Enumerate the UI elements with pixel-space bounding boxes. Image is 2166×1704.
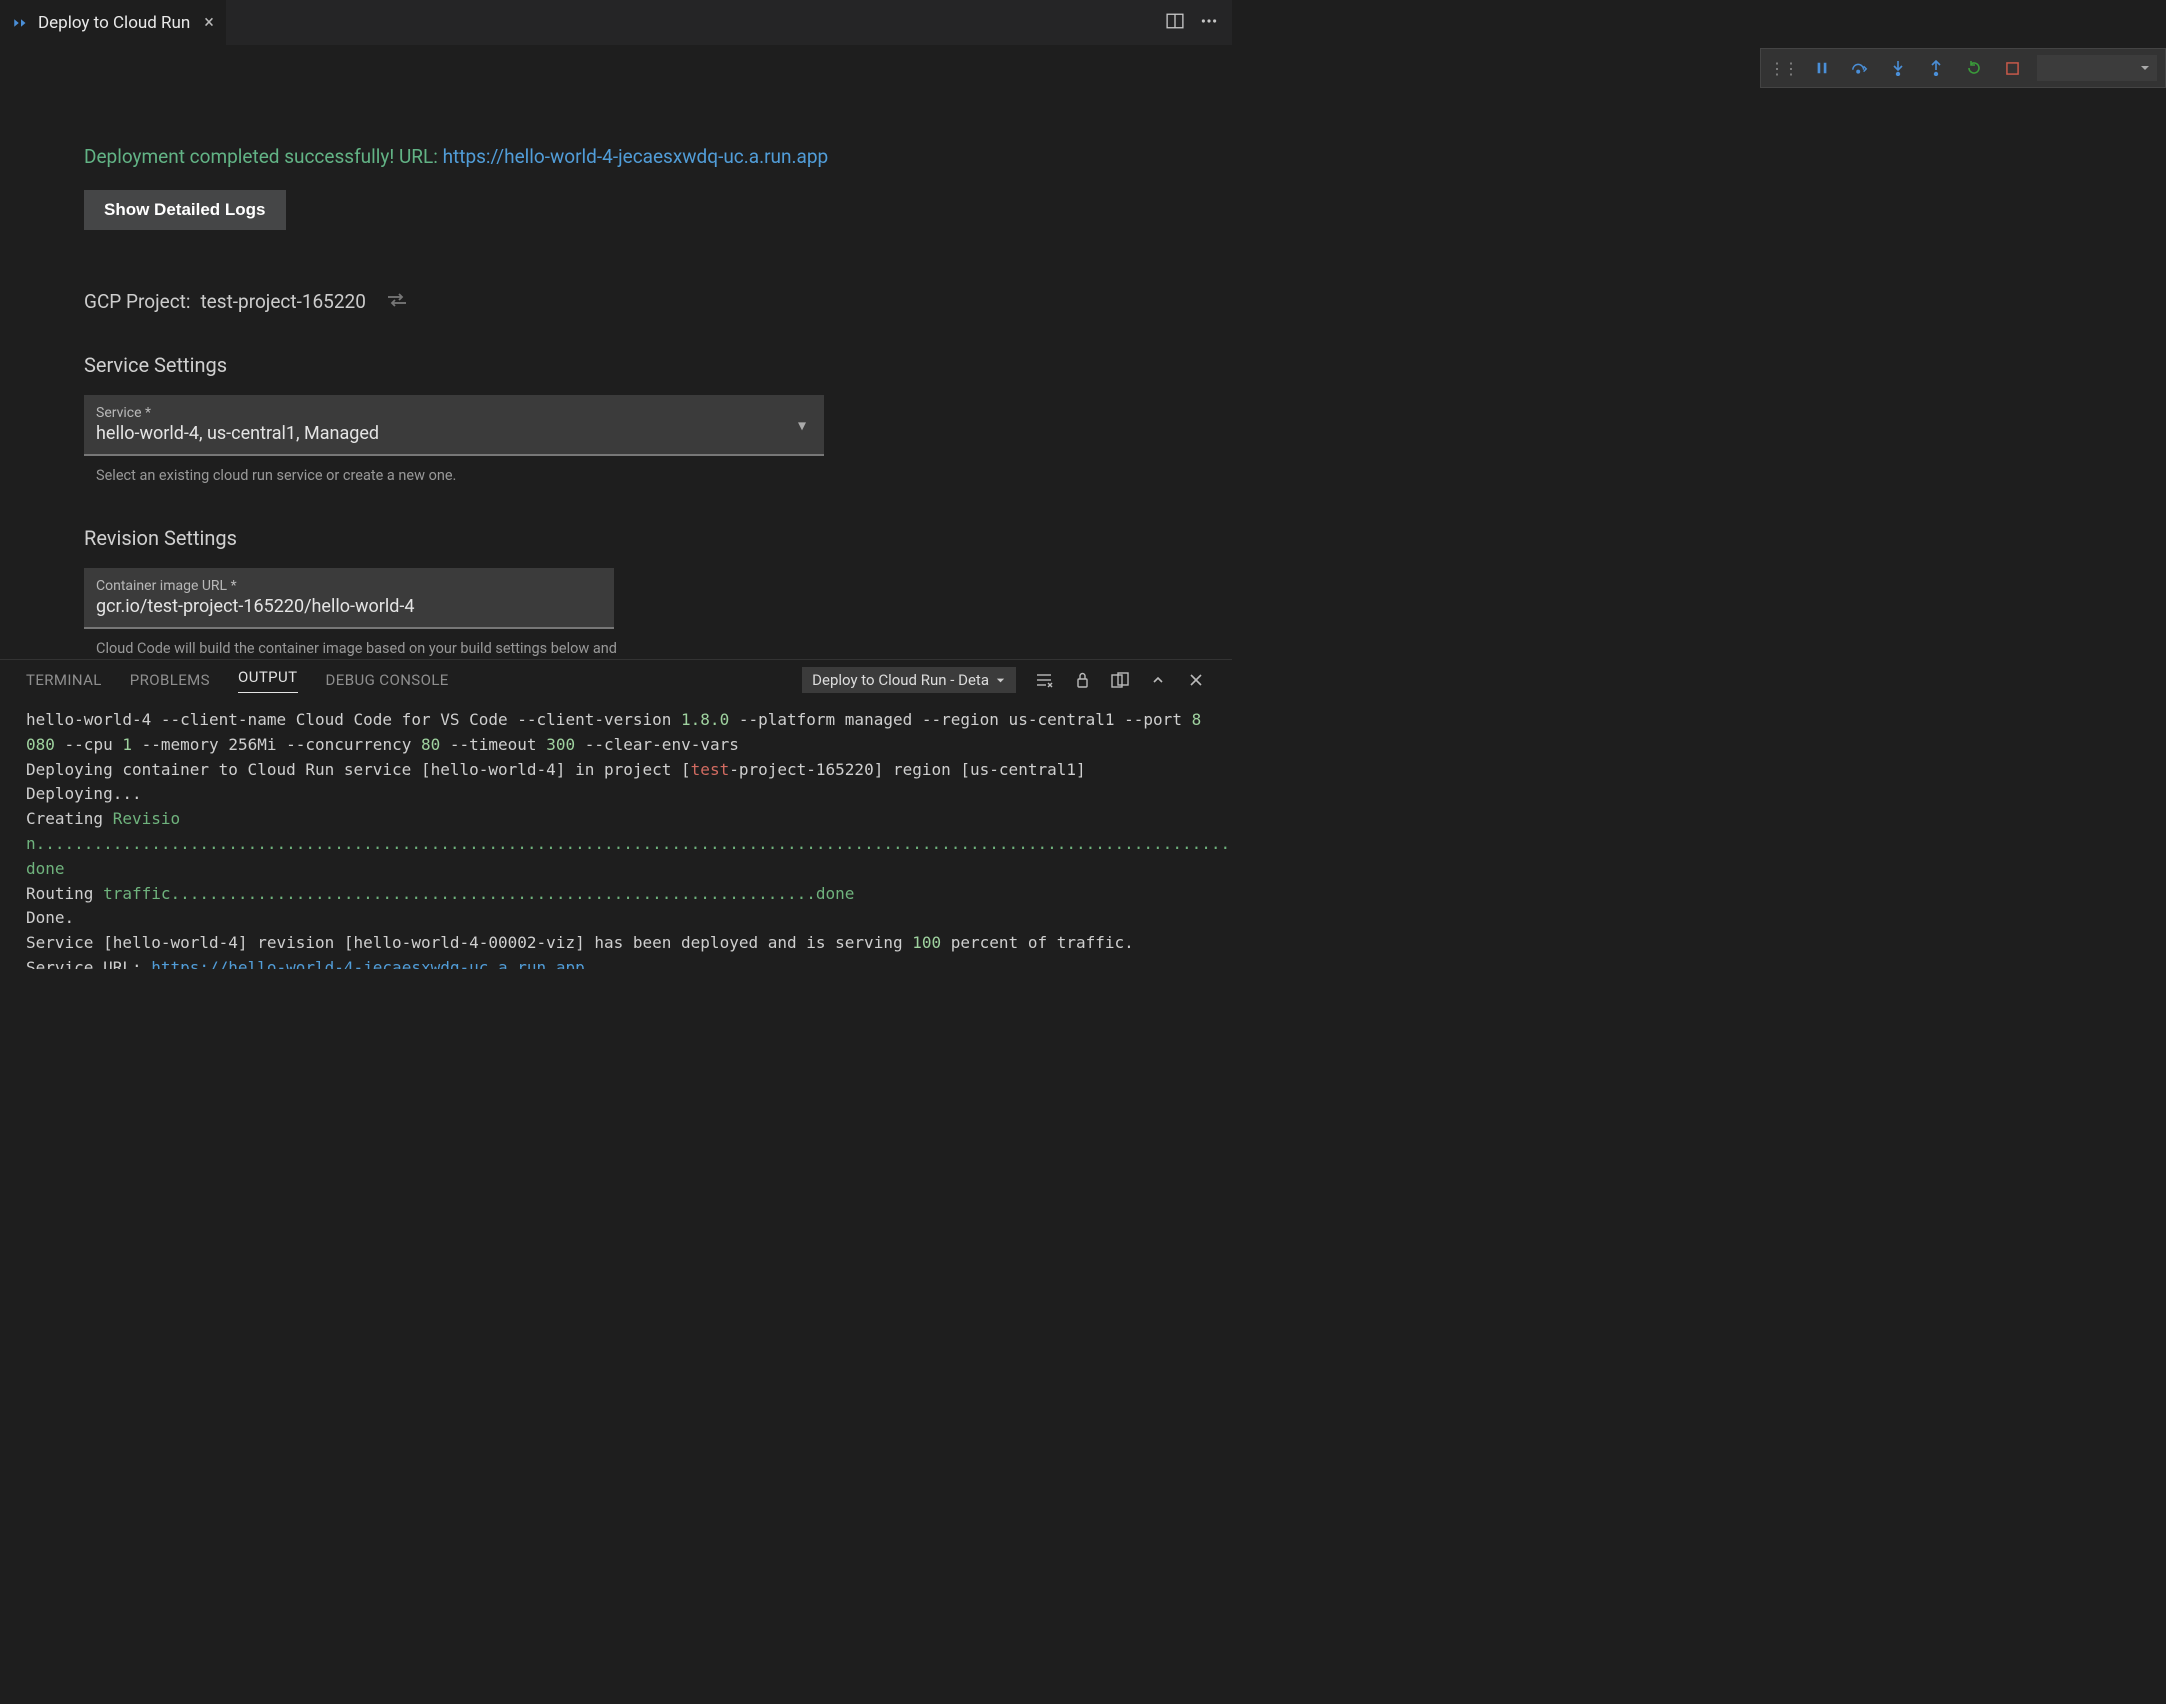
debug-toolbar: ⋮⋮ <box>1760 48 2166 88</box>
panel-actions: Deploy to Cloud Run - Deta <box>802 667 1206 693</box>
switch-project-icon[interactable] <box>386 290 408 313</box>
more-actions-icon[interactable] <box>1200 12 1218 34</box>
deployment-url-link[interactable]: https://hello-world-4-jecaesxwdq-uc.a.ru… <box>443 145 829 168</box>
container-image-value: gcr.io/test-project-165220/hello-world-4 <box>96 596 598 617</box>
container-image-label: Container image URL * <box>96 578 598 594</box>
debug-console-tab[interactable]: DEBUG CONSOLE <box>326 671 449 689</box>
close-panel-icon[interactable] <box>1186 673 1206 687</box>
open-log-file-icon[interactable] <box>1110 672 1130 688</box>
gcp-project-label: GCP Project: <box>84 290 190 313</box>
service-helper-text: Select an existing cloud run service or … <box>96 466 656 486</box>
step-out-icon[interactable] <box>1923 55 1949 81</box>
deployment-status: Deployment completed successfully! URL: … <box>84 45 1232 168</box>
service-field-label: Service * <box>96 405 808 421</box>
clear-output-icon[interactable] <box>1034 672 1054 688</box>
lock-scroll-icon[interactable] <box>1072 672 1092 688</box>
gcp-project-row: GCP Project: test-project-165220 <box>84 290 1232 313</box>
service-settings-heading: Service Settings <box>84 353 1232 377</box>
step-into-icon[interactable] <box>1885 55 1911 81</box>
stop-icon[interactable] <box>1999 55 2025 81</box>
dropdown-caret-icon: ▾ <box>798 415 806 434</box>
pause-icon[interactable] <box>1809 55 1835 81</box>
panel-tab-bar: TERMINAL PROBLEMS OUTPUT DEBUG CONSOLE D… <box>0 660 1232 700</box>
gcp-project-value: test-project-165220 <box>200 290 365 313</box>
service-select[interactable]: Service * hello-world-4, us-central1, Ma… <box>84 395 824 456</box>
container-image-url-field[interactable]: Container image URL * gcr.io/test-projec… <box>84 568 614 629</box>
output-channel-label: Deploy to Cloud Run - Deta <box>812 671 989 689</box>
show-detailed-logs-button[interactable]: Show Detailed Logs <box>84 190 286 230</box>
panel-chevron-up-icon[interactable] <box>1148 673 1168 687</box>
restart-icon[interactable] <box>1961 55 1987 81</box>
output-channel-select[interactable]: Deploy to Cloud Run - Deta <box>802 667 1016 693</box>
tab-deploy-cloud-run[interactable]: Deploy to Cloud Run × <box>0 0 226 45</box>
service-url-link[interactable]: https://hello-world-4-jecaesxwdq-uc.a.ru… <box>151 958 584 969</box>
cloud-run-icon <box>12 14 30 32</box>
editor-title-actions <box>1166 0 1232 45</box>
bottom-panel: TERMINAL PROBLEMS OUTPUT DEBUG CONSOLE D… <box>0 659 1232 969</box>
step-over-icon[interactable] <box>1847 55 1873 81</box>
split-editor-icon[interactable] <box>1166 12 1184 34</box>
container-image-helper-text: Cloud Code will build the container imag… <box>96 639 656 659</box>
output-tab[interactable]: OUTPUT <box>238 668 298 693</box>
revision-settings-heading: Revision Settings <box>84 526 1232 550</box>
terminal-tab[interactable]: TERMINAL <box>26 671 102 689</box>
debug-config-select[interactable] <box>2037 55 2157 81</box>
service-field-value: hello-world-4, us-central1, Managed <box>96 423 808 444</box>
drag-handle-icon[interactable]: ⋮⋮ <box>1769 59 1797 78</box>
tab-bar: Deploy to Cloud Run × <box>0 0 1232 45</box>
tab-title: Deploy to Cloud Run <box>38 13 190 33</box>
output-log[interactable]: hello-world-4 --client-name Cloud Code f… <box>0 700 1232 969</box>
close-icon[interactable]: × <box>204 12 214 33</box>
editor-content: Deployment completed successfully! URL: … <box>0 45 1232 659</box>
status-message: Deployment completed successfully! URL: <box>84 145 443 168</box>
problems-tab[interactable]: PROBLEMS <box>130 671 210 689</box>
